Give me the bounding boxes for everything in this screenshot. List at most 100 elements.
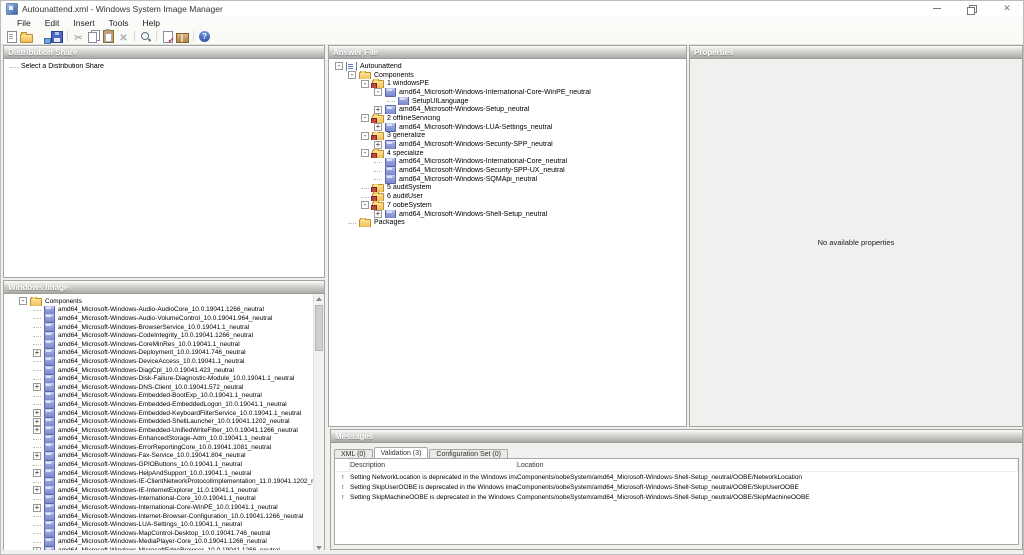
- save-answer-file-button[interactable]: [49, 30, 64, 43]
- create-configuration-set-button[interactable]: [175, 30, 190, 43]
- scroll-up-icon[interactable]: [314, 294, 324, 304]
- tree-item[interactable]: +amd64_Microsoft-Windows-Embedded-Unifie…: [19, 426, 324, 435]
- minimize-button[interactable]: [931, 3, 943, 15]
- collapse-icon[interactable]: -: [335, 62, 343, 70]
- tab-validation[interactable]: Validation (3): [374, 447, 429, 458]
- expand-icon[interactable]: +: [33, 383, 41, 391]
- collapse-icon[interactable]: -: [19, 297, 27, 305]
- tree-item[interactable]: +amd64_Microsoft-Windows-Setup_neutral: [335, 105, 686, 114]
- cut-button[interactable]: [71, 30, 86, 43]
- expand-icon[interactable]: +: [374, 106, 382, 114]
- close-button[interactable]: ✕: [1001, 3, 1013, 15]
- tree-item[interactable]: amd64_Microsoft-Windows-MediaPlayer-Core…: [19, 538, 324, 547]
- tree-item[interactable]: +amd64_Microsoft-Windows-LUA-Settings_ne…: [335, 123, 686, 132]
- tree-item[interactable]: amd64_Microsoft-Windows-LUA-Settings_10.…: [19, 520, 324, 529]
- collapse-icon[interactable]: -: [361, 80, 369, 88]
- menu-edit[interactable]: Edit: [38, 18, 67, 28]
- tree-item[interactable]: +amd64_Microsoft-Windows-IE-InternetExpl…: [19, 486, 324, 495]
- tree-item[interactable]: 5 auditSystem: [335, 184, 686, 193]
- tree-item[interactable]: +amd64_Microsoft-Windows-Embedded-Keyboa…: [19, 409, 324, 418]
- collapse-icon[interactable]: -: [361, 114, 369, 122]
- expand-icon[interactable]: +: [33, 409, 41, 417]
- tree-item[interactable]: amd64_Microsoft-Windows-DeviceAccess_10.…: [19, 357, 324, 366]
- tree-item[interactable]: amd64_Microsoft-Windows-CodeIntegrity_10…: [19, 331, 324, 340]
- tree-item[interactable]: amd64_Microsoft-Windows-IE-ClientNetwork…: [19, 477, 324, 486]
- tree-item[interactable]: +amd64_Microsoft-Windows-Embedded-ShellL…: [19, 417, 324, 426]
- tree-item[interactable]: -2 offlineServicing: [335, 114, 686, 123]
- location-column-header[interactable]: Location: [517, 459, 1018, 471]
- expand-icon[interactable]: +: [33, 426, 41, 434]
- expand-icon[interactable]: +: [33, 418, 41, 426]
- tree-item[interactable]: +amd64_Microsoft-Windows-Security-SPP_ne…: [335, 140, 686, 149]
- tree-item[interactable]: amd64_Microsoft-Windows-BrowserService_1…: [19, 323, 324, 332]
- paste-button[interactable]: [101, 30, 116, 43]
- tree-item[interactable]: +amd64_Microsoft-Windows-DNS-Client_10.0…: [19, 383, 324, 392]
- tree-item[interactable]: amd64_Microsoft-Windows-Embedded-BootExp…: [19, 392, 324, 401]
- tree-item[interactable]: amd64_Microsoft-Windows-SQMApi_neutral: [335, 175, 686, 184]
- menu-tools[interactable]: Tools: [102, 18, 136, 28]
- validation-message-row[interactable]: Setting SkipUserOOBE is deprecated in th…: [335, 482, 1018, 492]
- expand-icon[interactable]: +: [33, 452, 41, 460]
- tree-item[interactable]: Packages: [335, 218, 686, 227]
- tree-item[interactable]: -Autounattend: [335, 62, 686, 71]
- restore-button[interactable]: [966, 3, 978, 15]
- find-button[interactable]: [138, 30, 153, 43]
- tree-item[interactable]: -1 windowsPE: [335, 79, 686, 88]
- delete-button[interactable]: [116, 30, 131, 43]
- tree-item[interactable]: amd64_Microsoft-Windows-Security-SPP-UX_…: [335, 166, 686, 175]
- new-answer-file-button[interactable]: [4, 30, 19, 43]
- expand-icon[interactable]: +: [374, 123, 382, 131]
- menu-insert[interactable]: Insert: [66, 18, 101, 28]
- tree-item[interactable]: 6 auditUser: [335, 192, 686, 201]
- validation-message-row[interactable]: Setting SkipMachineOOBE is deprecated in…: [335, 492, 1018, 502]
- validation-message-row[interactable]: Setting NetworkLocation is deprecated in…: [335, 472, 1018, 482]
- collapse-icon[interactable]: -: [361, 132, 369, 140]
- tree-item[interactable]: +amd64_Microsoft-Windows-Shell-Setup_neu…: [335, 210, 686, 219]
- tree-item[interactable]: amd64_Microsoft-Windows-Audio-AudioCore_…: [19, 306, 324, 315]
- windows-image-scrollbar[interactable]: [313, 294, 324, 553]
- copy-button[interactable]: [86, 30, 101, 43]
- tree-item[interactable]: amd64_Microsoft-Windows-International-Co…: [19, 495, 324, 504]
- help-button[interactable]: [197, 30, 212, 43]
- collapse-icon[interactable]: -: [374, 88, 382, 96]
- tree-item[interactable]: Select a Distribution Share: [10, 62, 324, 71]
- open-answer-file-button[interactable]: [19, 30, 34, 43]
- description-column-header[interactable]: Description: [350, 459, 517, 471]
- tree-item[interactable]: amd64_Microsoft-Windows-ErrorReportingCo…: [19, 443, 324, 452]
- collapse-icon[interactable]: -: [361, 149, 369, 157]
- tree-item[interactable]: +amd64_Microsoft-Windows-Fax-Service_10.…: [19, 452, 324, 461]
- open-windows-image-button[interactable]: [34, 30, 49, 43]
- expand-icon[interactable]: +: [33, 349, 41, 357]
- expand-icon[interactable]: +: [33, 486, 41, 494]
- tree-item[interactable]: +amd64_Microsoft-Windows-Deployment_10.0…: [19, 349, 324, 358]
- tree-item[interactable]: amd64_Microsoft-Windows-Disk-Failure-Dia…: [19, 374, 324, 383]
- expand-icon[interactable]: +: [33, 504, 41, 512]
- expand-icon[interactable]: +: [33, 469, 41, 477]
- menu-file[interactable]: File: [10, 18, 38, 28]
- tree-item[interactable]: +amd64_Microsoft-Windows-HelpAndSupport_…: [19, 469, 324, 478]
- menu-help[interactable]: Help: [135, 18, 166, 28]
- tree-item[interactable]: -4 specialize: [335, 149, 686, 158]
- tree-item[interactable]: amd64_Microsoft-Windows-Internet-Browser…: [19, 512, 324, 521]
- tree-item[interactable]: amd64_Microsoft-Windows-CoreMinRes_10.0.…: [19, 340, 324, 349]
- expand-icon[interactable]: +: [374, 210, 382, 218]
- tree-item[interactable]: amd64_Microsoft-Windows-Embedded-Embedde…: [19, 400, 324, 409]
- tree-item[interactable]: amd64_Microsoft-Windows-International-Co…: [335, 158, 686, 167]
- tree-item[interactable]: amd64_Microsoft-Windows-MapControl-Deskt…: [19, 529, 324, 538]
- tree-item[interactable]: -Components: [19, 297, 324, 306]
- tree-item[interactable]: amd64_Microsoft-Windows-GPIOButtons_10.0…: [19, 460, 324, 469]
- tree-item[interactable]: -7 oobeSystem: [335, 201, 686, 210]
- tree-item[interactable]: amd64_Microsoft-Windows-EnhancedStorage-…: [19, 435, 324, 444]
- collapse-icon[interactable]: -: [361, 201, 369, 209]
- tree-item[interactable]: amd64_Microsoft-Windows-DiagCpl_10.0.190…: [19, 366, 324, 375]
- tree-item[interactable]: amd64_Microsoft-Windows-Audio-VolumeCont…: [19, 314, 324, 323]
- tree-item[interactable]: SetupUILanguage: [335, 97, 686, 106]
- tree-item[interactable]: -amd64_Microsoft-Windows-International-C…: [335, 88, 686, 97]
- collapse-icon[interactable]: -: [348, 71, 356, 79]
- tree-item[interactable]: +amd64_Microsoft-Windows-International-C…: [19, 503, 324, 512]
- validate-answer-file-button[interactable]: [160, 30, 175, 43]
- tree-item[interactable]: -3 generalize: [335, 132, 686, 141]
- scrollbar-thumb[interactable]: [315, 305, 323, 351]
- tree-item[interactable]: -Components: [335, 71, 686, 80]
- expand-icon[interactable]: +: [374, 141, 382, 149]
